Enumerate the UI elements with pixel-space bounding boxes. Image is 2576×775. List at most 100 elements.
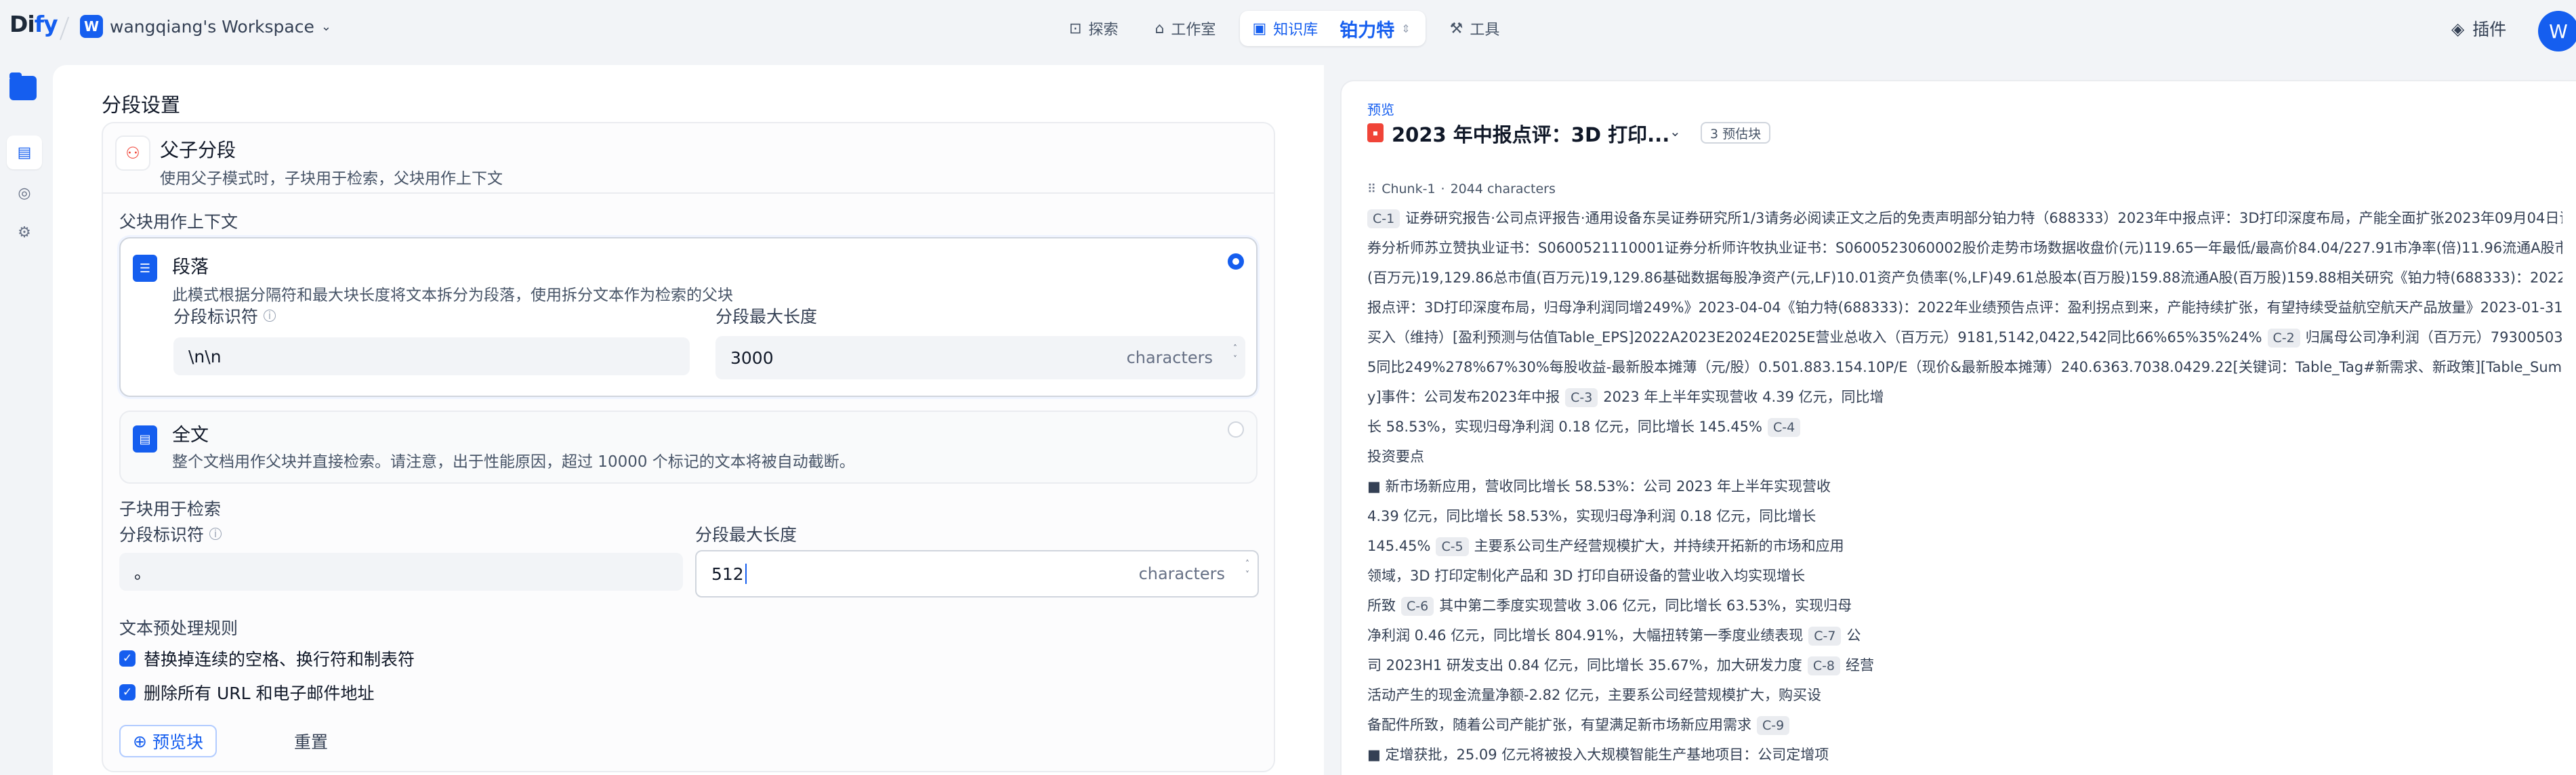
chunk-content: C-1 证券研究报告·公司点评报告·通用设备东吴证券研究所1/3请务必阅读正文之后… bbox=[1367, 203, 2562, 770]
settings-icon[interactable]: ⚙ bbox=[7, 215, 42, 249]
stepper-icon[interactable]: ˄ ˅ bbox=[1245, 558, 1249, 580]
chunk-text: 主要系公司生产经营规模扩大，并持续开拓新的市场和应用 bbox=[1474, 538, 1844, 554]
grid-icon: ⠿ bbox=[1367, 182, 1377, 196]
stepper-icon[interactable]: ˄ ˅ bbox=[1233, 343, 1237, 364]
chunk-text: 2023 年上半年实现营收 4.39 亿元，同比增 bbox=[1603, 389, 1884, 405]
user-avatar[interactable]: W bbox=[2538, 11, 2576, 51]
info-icon: i bbox=[264, 310, 276, 322]
full-doc-icon: ▤ bbox=[133, 425, 157, 453]
paragraph-radio[interactable] bbox=[1228, 253, 1244, 270]
chunk-line: 券分析师苏立赞执业证书：S0600521110001证券分析师许牧执业证书：S0… bbox=[1367, 233, 2562, 263]
parent-max-length-input[interactable]: 3000 characters ˄ ˅ bbox=[715, 336, 1245, 379]
paragraph-desc: 此模式根据分隔符和最大块长度将文本拆分为段落，使用拆分文本作为检索的父块 bbox=[172, 287, 733, 304]
estimated-chunks-badge: 3 预估块 bbox=[1701, 122, 1771, 144]
child-retrieval-label: 子块用于检索 bbox=[119, 499, 222, 519]
workspace-switcher[interactable]: W wangqiang's Workspace ⌄ bbox=[80, 15, 331, 38]
logo-divider bbox=[59, 16, 70, 41]
knowledge-dataset-switcher[interactable]: 铂力特 ⇕ bbox=[1331, 16, 1418, 42]
child-max-length-label: 分段最大长度 bbox=[695, 525, 797, 545]
dify-logo[interactable]: Dify bbox=[9, 11, 58, 37]
option-full-doc[interactable]: ▤ 全文 整个文档用作父块并直接检索。请注意，出于性能原因，超过 10000 个… bbox=[119, 411, 1258, 484]
chunk-text: 券分析师苏立赞执业证书：S0600521110001证券分析师许牧执业证书：S0… bbox=[1367, 240, 2562, 256]
rule-replace-spaces[interactable]: ✓ 替换掉连续的空格、换行符和制表符 bbox=[119, 646, 415, 671]
reset-button[interactable]: 重置 bbox=[294, 725, 328, 757]
robot-icon: ⌂ bbox=[1155, 20, 1165, 37]
chunk-line: 长 58.53%，实现归母净利润 0.18 亿元，同比增长 145.45% C-4 bbox=[1367, 412, 2562, 442]
hammer-icon: ⚒ bbox=[1449, 20, 1463, 37]
preview-label: 预览 bbox=[1367, 102, 1394, 118]
chunk-line: 备配件所致，随着公司产能扩张，有望满足新市场新应用需求 C-9 bbox=[1367, 710, 2562, 740]
parent-max-length-label: 分段最大长度 bbox=[715, 307, 818, 327]
workspace-name: wangqiang's Workspace bbox=[110, 16, 314, 37]
chunk-text: 5同比249%278%67%30%每股收益-最新股本摊薄（元/股）0.501.8… bbox=[1367, 359, 2562, 375]
nav-explore[interactable]: ⊡ 探索 bbox=[1057, 11, 1130, 46]
documents-icon[interactable]: ▤ bbox=[7, 135, 42, 169]
rule-remove-urls[interactable]: ✓ 删除所有 URL 和电子邮件地址 bbox=[119, 680, 375, 705]
check-icon[interactable]: ✓ bbox=[119, 684, 136, 700]
chunk-line: 领域，3D 打印定制化产品和 3D 打印自研设备的营业收入均实现增长 bbox=[1367, 561, 2562, 591]
chunk-text: 证券研究报告·公司点评报告·通用设备东吴证券研究所1/3请务必阅读正文之后的免责… bbox=[1405, 210, 2562, 226]
chunk-tag: C-1 bbox=[1367, 209, 1400, 228]
chunk-text: y]事件：公司发布2023年中报 bbox=[1367, 389, 1560, 405]
chunk-tag: C-7 bbox=[1808, 627, 1842, 646]
main-nav: ⊡ 探索 ⌂ 工作室 ▣ 知识库 铂力特 ⇕ ⚒ 工具 bbox=[1057, 11, 1512, 46]
chunk-text: 长 58.53%，实现归母净利润 0.18 亿元，同比增长 145.45% bbox=[1367, 419, 1762, 435]
chunk-tag: C-8 bbox=[1807, 656, 1841, 675]
chunk-line: 4.39 亿元，同比增长 58.53%，实现归母净利润 0.18 亿元，同比增长 bbox=[1367, 501, 2562, 531]
paragraph-icon: ☰ bbox=[133, 255, 157, 282]
chunk-line: 所致 C-6 其中第二季度实现营收 3.06 亿元，同比增长 63.53%，实现归母 bbox=[1367, 591, 2562, 621]
chunk-tag: C-9 bbox=[1757, 716, 1790, 735]
child-max-length-input[interactable]: 512 characters ˄ ˅ bbox=[695, 550, 1259, 598]
full-doc-radio[interactable] bbox=[1228, 421, 1244, 438]
chunk-text: 报点评：3D打印深度布局，归母净利润同增249%》2023-04-04《铂力特(… bbox=[1367, 299, 2562, 316]
chunk-line: 净利润 0.46 亿元，同比增长 804.91%，大幅扭转第一季度业绩表现 C-7… bbox=[1367, 621, 2562, 650]
chunk-line: C-1 证券研究报告·公司点评报告·通用设备东吴证券研究所1/3请务必阅读正文之后… bbox=[1367, 203, 2562, 233]
chunk-text: 经营 bbox=[1846, 657, 1875, 673]
chunk-line: 报点评：3D打印深度布局，归母净利润同增249%》2023-04-04《铂力特(… bbox=[1367, 293, 2562, 322]
chevron-down-icon: ⌄ bbox=[320, 19, 331, 34]
chunk-tag: C-6 bbox=[1401, 597, 1434, 616]
chunk-tag: C-2 bbox=[2267, 329, 2300, 348]
info-icon: i bbox=[209, 528, 222, 540]
chunk-tag: C-4 bbox=[1767, 418, 1801, 437]
parent-child-title: 父子分段 bbox=[160, 139, 236, 161]
workspace-badge: W bbox=[80, 15, 103, 38]
nav-studio[interactable]: ⌂ 工作室 bbox=[1142, 11, 1228, 46]
chunk-preview-panel: 预览 ▪ 2023 年中报点评：3D 打印... ⌄ 3 预估块 ⠿ Chunk… bbox=[1340, 80, 2576, 775]
chunk-text: (百万元)19,129.86总市值(百万元)19,129.86基础数据每股净资产… bbox=[1367, 270, 2562, 286]
full-doc-desc: 整个文档用作父块并直接检索。请注意，出于性能原因，超过 10000 个标记的文本… bbox=[172, 453, 855, 471]
chunk-text: ■ 新市场新应用，营收同比增长 58.53%：公司 2023 年上半年实现营收 bbox=[1367, 478, 1831, 495]
chunk-line: ■ 新市场新应用，营收同比增长 58.53%：公司 2023 年上半年实现营收 bbox=[1367, 472, 2562, 501]
chunk-text: 备配件所致，随着公司产能扩张，有望满足新市场新应用需求 bbox=[1367, 717, 1751, 733]
book-icon: ▣ bbox=[1252, 20, 1267, 37]
section-title: 分段设置 bbox=[102, 93, 181, 117]
chunk-text: 净利润 0.46 亿元，同比增长 804.91%，大幅扭转第一季度业绩表现 bbox=[1367, 627, 1804, 644]
chunk-text: 所致 bbox=[1367, 598, 1396, 614]
check-icon[interactable]: ✓ bbox=[119, 650, 136, 667]
preview-doc-title: 2023 年中报点评：3D 打印... bbox=[1392, 123, 1670, 146]
explore-icon: ⊡ bbox=[1069, 20, 1082, 37]
target-icon[interactable]: ◎ bbox=[7, 176, 42, 210]
child-separator-input[interactable]: 。 bbox=[119, 553, 683, 591]
preview-chunks-button[interactable]: ⊕ 预览块 bbox=[119, 725, 217, 757]
nav-tools[interactable]: ⚒ 工具 bbox=[1438, 11, 1512, 46]
chunk-line: 145.45% C-5 主要系公司生产经营规模扩大，并持续开拓新的市场和应用 bbox=[1367, 531, 2562, 561]
left-rail: ▤ ◎ ⚙ bbox=[0, 65, 53, 775]
nav-knowledge[interactable]: ▣ 知识库 铂力特 ⇕ bbox=[1240, 11, 1426, 46]
child-separator-label: 分段标识符 i bbox=[119, 522, 222, 546]
chunk-text: 公 bbox=[1846, 627, 1861, 644]
chunk-line: 投资要点 bbox=[1367, 442, 2562, 472]
cube-icon: ◈ bbox=[2451, 18, 2465, 39]
plugins-button[interactable]: ◈ 插件 bbox=[2451, 16, 2506, 41]
paragraph-title: 段落 bbox=[172, 257, 209, 278]
parent-context-label: 父块用作上下文 bbox=[119, 212, 238, 232]
top-navbar: Dify W wangqiang's Workspace ⌄ ⊡ 探索 ⌂ 工作… bbox=[0, 0, 2576, 61]
chevron-updown-icon: ⇕ bbox=[1401, 22, 1411, 35]
text-caret bbox=[745, 564, 747, 584]
segment-settings-panel: 分段设置 ⚇ 父子分段 使用父子模式时，子块用于检索，父块用作上下文 父块用作上… bbox=[53, 65, 1324, 775]
parent-separator-input[interactable]: \n\n bbox=[173, 337, 690, 375]
chevron-down-icon[interactable]: ⌄ bbox=[1669, 123, 1681, 140]
chunk-line: 买入（维持）[盈利预测与估值Table_EPS]2022A2023E2024E2… bbox=[1367, 322, 2562, 352]
preprocess-label: 文本预处理规则 bbox=[119, 619, 238, 638]
chunk-line: (百万元)19,129.86总市值(百万元)19,129.86基础数据每股净资产… bbox=[1367, 263, 2562, 293]
